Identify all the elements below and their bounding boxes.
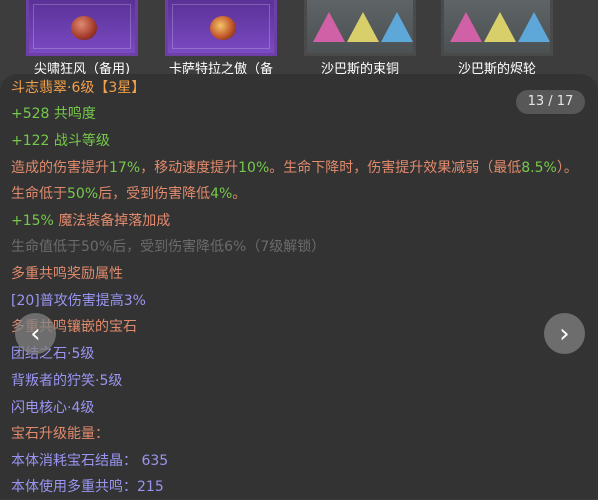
item-thumbnail [26,0,138,56]
combat-level-stat: +122 战斗等级 [11,133,110,149]
drop-bonus-stat: +15% 魔法装备掉落加成 [11,213,171,229]
triangle-gem-icon [381,12,413,42]
next-arrow-button[interactable]: › [544,313,585,354]
upgrade-line: 本体消耗宝石结晶： 635 [11,453,169,469]
star-rating: 【3星】 [94,80,146,96]
item-thumbnail [165,0,277,56]
gem-list-item: 背叛者的狞笑·5级 [11,373,123,389]
chevron-right-icon: › [559,318,570,349]
upgrade-line: 本体使用多重共鸣：215 [11,479,164,495]
page-counter: 13 / 17 [516,90,585,114]
item-thumbnail [441,0,553,56]
gem-list-item: 闪电核心·4级 [11,400,95,416]
resonance-stat: +528 共鸣度 [11,106,96,122]
multi-reward-title: 多重共鸣奖励属性 [11,266,123,282]
triangle-gem-icon [518,12,550,42]
item-title: 斗志翡翠·6级【3星】 [11,80,146,96]
locked-effect: 生命值低于50%后，受到伤害降低6%（7级解锁） [11,239,326,255]
item-thumbnail [304,0,416,56]
upgrade-energy-title: 宝石升级能量： [11,426,109,442]
triangle-gem-icon [347,12,379,42]
triangle-gem-icon [450,12,482,42]
chevron-left-icon: ‹ [30,318,41,349]
prev-arrow-button[interactable]: ‹ [15,313,56,354]
item-strip: 尖啸狂风（备用) 卡萨特拉之傲（备 沙巴斯的束铜 沙巴斯的烬轮 [0,0,598,80]
gem-icon [71,16,97,40]
triangle-gem-icon [484,12,516,42]
multi-reward-item: [20]普攻伤害提高3% [11,293,146,309]
effect-description: 造成的伤害提升17%，移动速度提升10%。生命下降时，伤害提升效果减弱（最低8.… [11,160,578,202]
gem-icon [210,16,236,40]
triangle-gem-icon [313,12,345,42]
